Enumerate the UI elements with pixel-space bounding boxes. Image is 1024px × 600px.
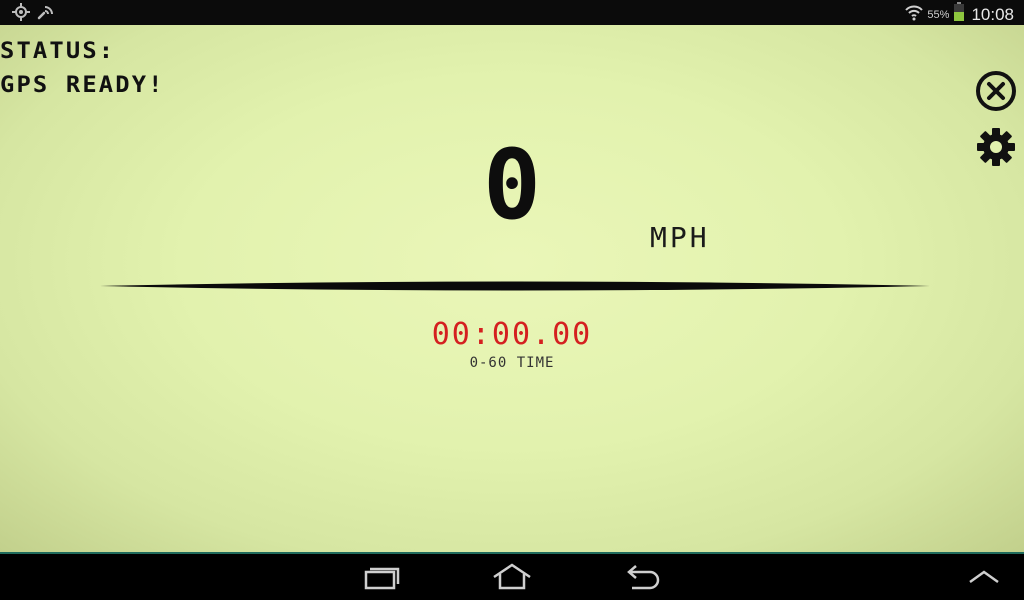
home-icon xyxy=(493,563,531,590)
chevron-up-icon xyxy=(969,570,999,584)
home-button[interactable] xyxy=(490,562,534,592)
recent-apps-icon xyxy=(364,567,400,590)
battery-percent: 55% xyxy=(927,8,950,21)
back-button[interactable] xyxy=(620,562,664,592)
divider xyxy=(100,281,930,291)
settings-button[interactable] xyxy=(974,125,1018,169)
status-bar-left xyxy=(12,3,56,25)
status-clock: 10:08 xyxy=(971,4,1014,24)
recent-apps-button[interactable] xyxy=(360,562,404,592)
screen: 55% 10:08 STATUS: GPS READY! 0 MPH 00:00… xyxy=(0,0,1024,600)
speed-unit: MPH xyxy=(650,221,710,254)
timer-label: 0-60 TIME xyxy=(469,355,555,371)
menu-up-button[interactable] xyxy=(962,562,1006,592)
wifi-icon xyxy=(905,3,924,26)
sync-signal-icon xyxy=(36,3,56,25)
navigation-bar xyxy=(0,554,1024,600)
speedometer-display: STATUS: GPS READY! 0 MPH 00:00.00 0-60 T… xyxy=(0,25,1024,554)
zero-to-sixty-timer: 00:00.00 xyxy=(431,317,593,352)
close-button[interactable] xyxy=(974,69,1018,113)
gps-status-text: GPS READY! xyxy=(0,73,165,98)
close-icon xyxy=(976,71,1016,111)
back-icon xyxy=(627,565,660,590)
location-icon xyxy=(12,3,30,25)
status-label: STATUS: xyxy=(0,39,116,64)
speed-value: 0 xyxy=(483,129,541,241)
status-bar-right: 55% 10:08 xyxy=(905,2,1014,27)
gear-icon xyxy=(977,128,1015,166)
battery-icon xyxy=(953,2,965,27)
status-bar: 55% 10:08 xyxy=(0,0,1024,25)
